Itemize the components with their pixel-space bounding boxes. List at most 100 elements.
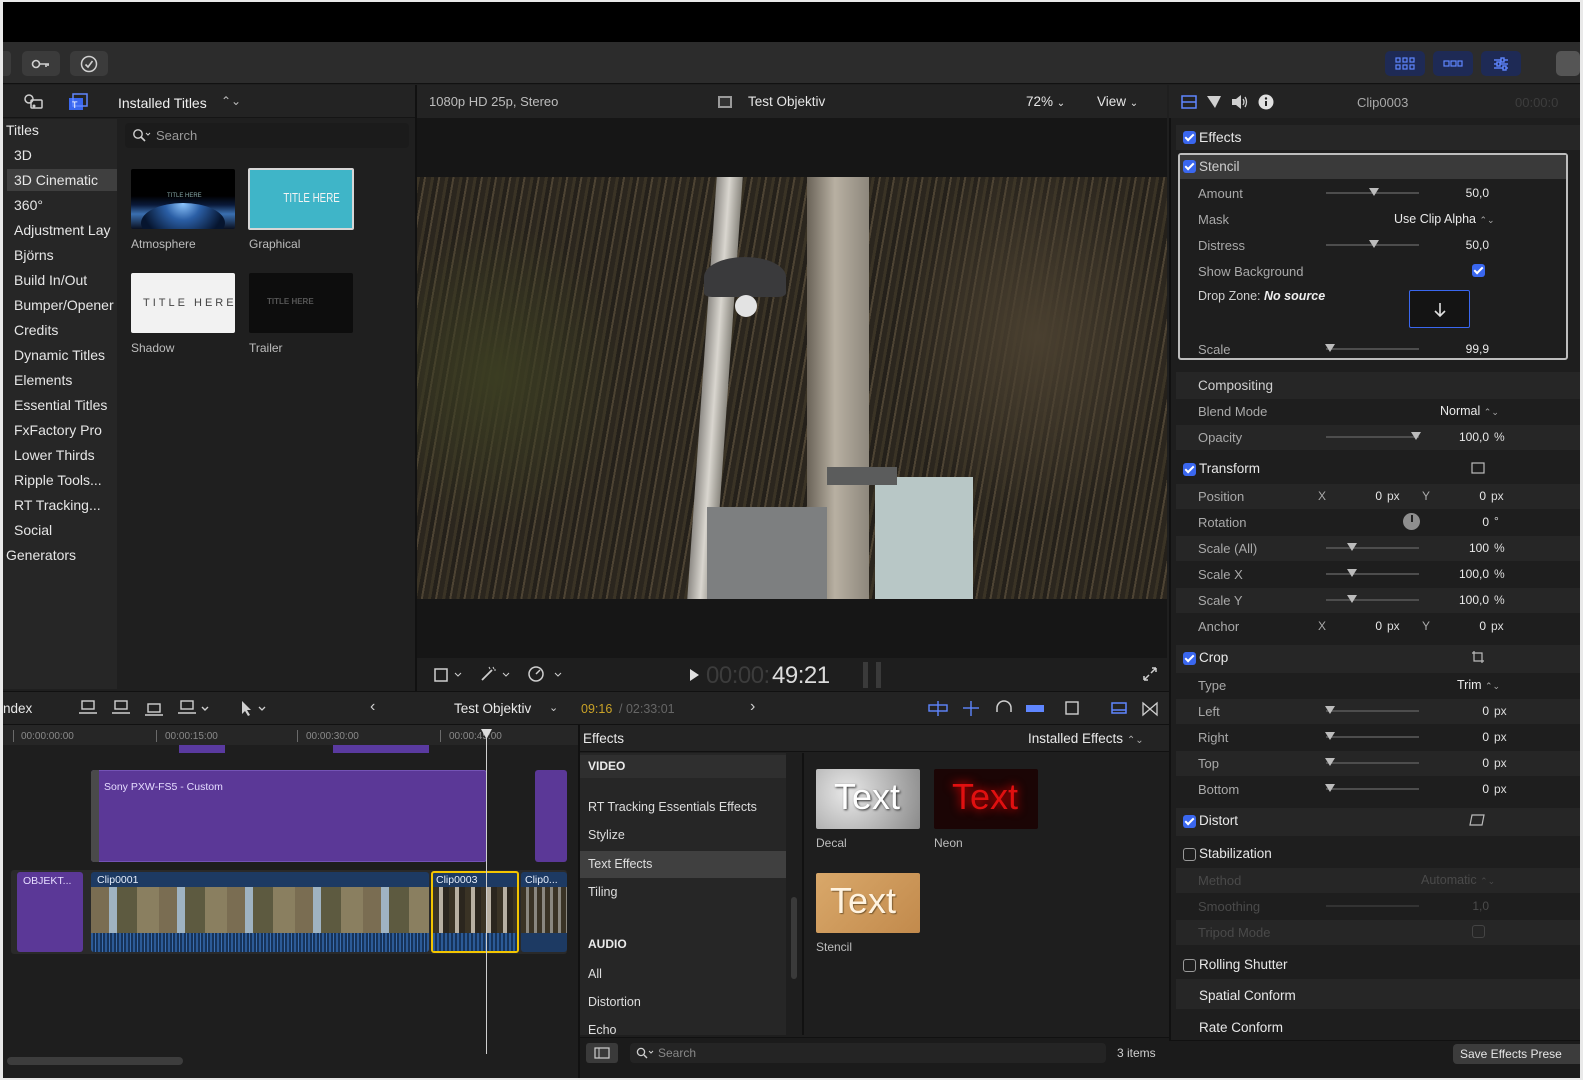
crop-bottom-slider[interactable] [1326,788,1419,790]
thumb-atmosphere[interactable]: TITLE HERE [131,169,235,229]
sidebar-item[interactable]: Build In/Out [14,272,87,288]
sidebar-item[interactable]: Essential Titles [14,397,107,413]
scale-y-value[interactable]: 100,0 [1443,593,1489,607]
play-icon[interactable] [689,669,699,681]
slider-knob[interactable] [1325,758,1335,766]
category-all[interactable]: All [588,967,602,981]
slider-knob[interactable] [1325,706,1335,714]
header-updown-icon[interactable]: ⌃⌄ [221,94,241,108]
show-timeline-button[interactable] [1433,51,1473,76]
slider-knob[interactable] [1369,188,1379,196]
effect-stencil-thumb[interactable]: Text [816,873,920,933]
crop-top-value[interactable]: 0 [1443,756,1489,770]
thumb-graphical[interactable]: TITLE HERE [248,168,354,230]
anchor-y-value[interactable]: 0 [1452,619,1486,633]
sidebar-item[interactable]: 360° [14,197,43,213]
back-arrow-icon[interactable]: ‹ [370,698,375,716]
clip-0001[interactable]: Clip0001 [91,872,429,952]
clip-0003-selected[interactable]: Clip0003 [431,871,519,953]
category-tiling[interactable]: Tiling [588,885,617,899]
forward-arrow-icon[interactable]: › [750,698,755,716]
info-icon[interactable] [1258,94,1274,110]
clip-handle[interactable] [91,770,99,862]
category-distortion[interactable]: Distortion [588,995,641,1009]
save-effects-preset-button[interactable]: Save Effects Prese [1453,1044,1580,1064]
index-button[interactable]: ndex [3,701,32,716]
title-clip[interactable]: OBJEKT... [17,872,83,952]
crop-type-popup[interactable]: Trim ⌃⌄ [1457,678,1500,692]
category-rt-tracking[interactable]: RT Tracking Essentials Effects [588,800,757,814]
effect-neon-thumb[interactable]: Text [934,769,1038,829]
scale-all-slider[interactable] [1326,547,1419,549]
speaker-icon[interactable] [1231,94,1249,110]
clip-0004[interactable]: Clip0... [521,872,567,952]
scale-all-value[interactable]: 100 [1443,541,1489,555]
speed-icon[interactable] [527,665,563,683]
sidebar-item[interactable]: Bumper/Opener [14,297,114,313]
titles-generators-icon[interactable]: T [67,92,89,112]
transform-checkbox[interactable] [1183,463,1196,476]
sidebar-item[interactable]: Dynamic Titles [14,347,105,363]
rotation-value[interactable]: 0 [1443,515,1489,529]
category-echo[interactable]: Echo [588,1023,617,1037]
color-inspector-icon[interactable] [1206,95,1222,109]
position-x-value[interactable]: 0 [1348,489,1382,503]
sidebar-item[interactable]: Titles [6,122,39,138]
crop-top-slider[interactable] [1326,762,1419,764]
browser-search-field[interactable]: Search [125,123,409,148]
sidebar-item[interactable]: RT Tracking... [14,497,101,513]
transform-onscreen-icon[interactable] [1471,462,1485,474]
slider-knob[interactable] [1347,543,1357,551]
photos-audio-icon[interactable] [22,93,44,111]
category-scrollbar[interactable] [791,897,797,979]
drop-zone-well[interactable] [1409,290,1470,328]
position-y-value[interactable]: 0 [1452,489,1486,503]
crop-checkbox[interactable] [1183,652,1196,665]
connected-clip-2[interactable] [535,770,567,862]
effects-sidebar-toggle[interactable] [586,1043,618,1063]
sidebar-item[interactable]: Social [14,522,52,538]
amount-value[interactable]: 50,0 [1443,186,1489,200]
slider-knob[interactable] [1347,595,1357,603]
sidebar-item[interactable]: Björns [14,247,54,263]
scale-value[interactable]: 99,9 [1443,342,1489,356]
sidebar-item[interactable]: Lower Thirds [14,447,95,463]
opacity-value[interactable]: 100,0 [1443,430,1489,444]
timeline-project-name[interactable]: Test Objektiv [454,701,531,716]
slider-knob[interactable] [1325,732,1335,740]
toolbar-edge-button[interactable] [3,51,11,76]
sidebar-item[interactable]: Credits [14,322,58,338]
crop-right-value[interactable]: 0 [1443,730,1489,744]
select-tool-icon[interactable] [239,700,273,718]
show-background-checkbox[interactable] [1472,264,1485,277]
crop-right-slider[interactable] [1326,736,1419,738]
background-tasks-button[interactable] [70,51,108,76]
slider-knob[interactable] [1411,432,1421,440]
sidebar-item[interactable]: Ripple Tools... [14,472,102,488]
installed-effects-popup[interactable]: Installed Effects ⌃⌄ [1028,731,1144,746]
category-text-effects[interactable]: Text Effects [588,857,652,871]
scale-x-value[interactable]: 100,0 [1443,567,1489,581]
category-stylize[interactable]: Stylize [588,828,625,842]
stencil-checkbox[interactable] [1183,160,1196,173]
sidebar-item[interactable]: FxFactory Pro [14,422,102,438]
fullscreen-icon[interactable] [1142,666,1158,682]
slider-knob[interactable] [1347,569,1357,577]
browser-header-title[interactable]: Installed Titles [118,95,207,111]
crop-left-slider[interactable] [1326,710,1419,712]
slider-knob[interactable] [1369,240,1379,248]
opacity-slider[interactable] [1326,436,1419,438]
timeline-scrollbar[interactable] [7,1057,183,1065]
sidebar-item[interactable]: Generators [6,547,76,563]
scale-y-slider[interactable] [1326,599,1419,601]
magic-wand-icon[interactable] [479,665,511,683]
blend-mode-popup[interactable]: Normal ⌃⌄ [1440,404,1499,418]
crop-bottom-value[interactable]: 0 [1443,782,1489,796]
playhead[interactable] [486,732,487,1054]
timecode-display[interactable]: 49:21 [772,662,830,690]
zoom-menu[interactable]: 72% ⌄ [1026,94,1065,109]
sidebar-item[interactable]: 3D [14,147,32,163]
show-inspector-button[interactable] [1481,51,1521,76]
clip-appearance-tools[interactable] [1110,700,1160,718]
stabilization-checkbox[interactable] [1183,848,1196,861]
